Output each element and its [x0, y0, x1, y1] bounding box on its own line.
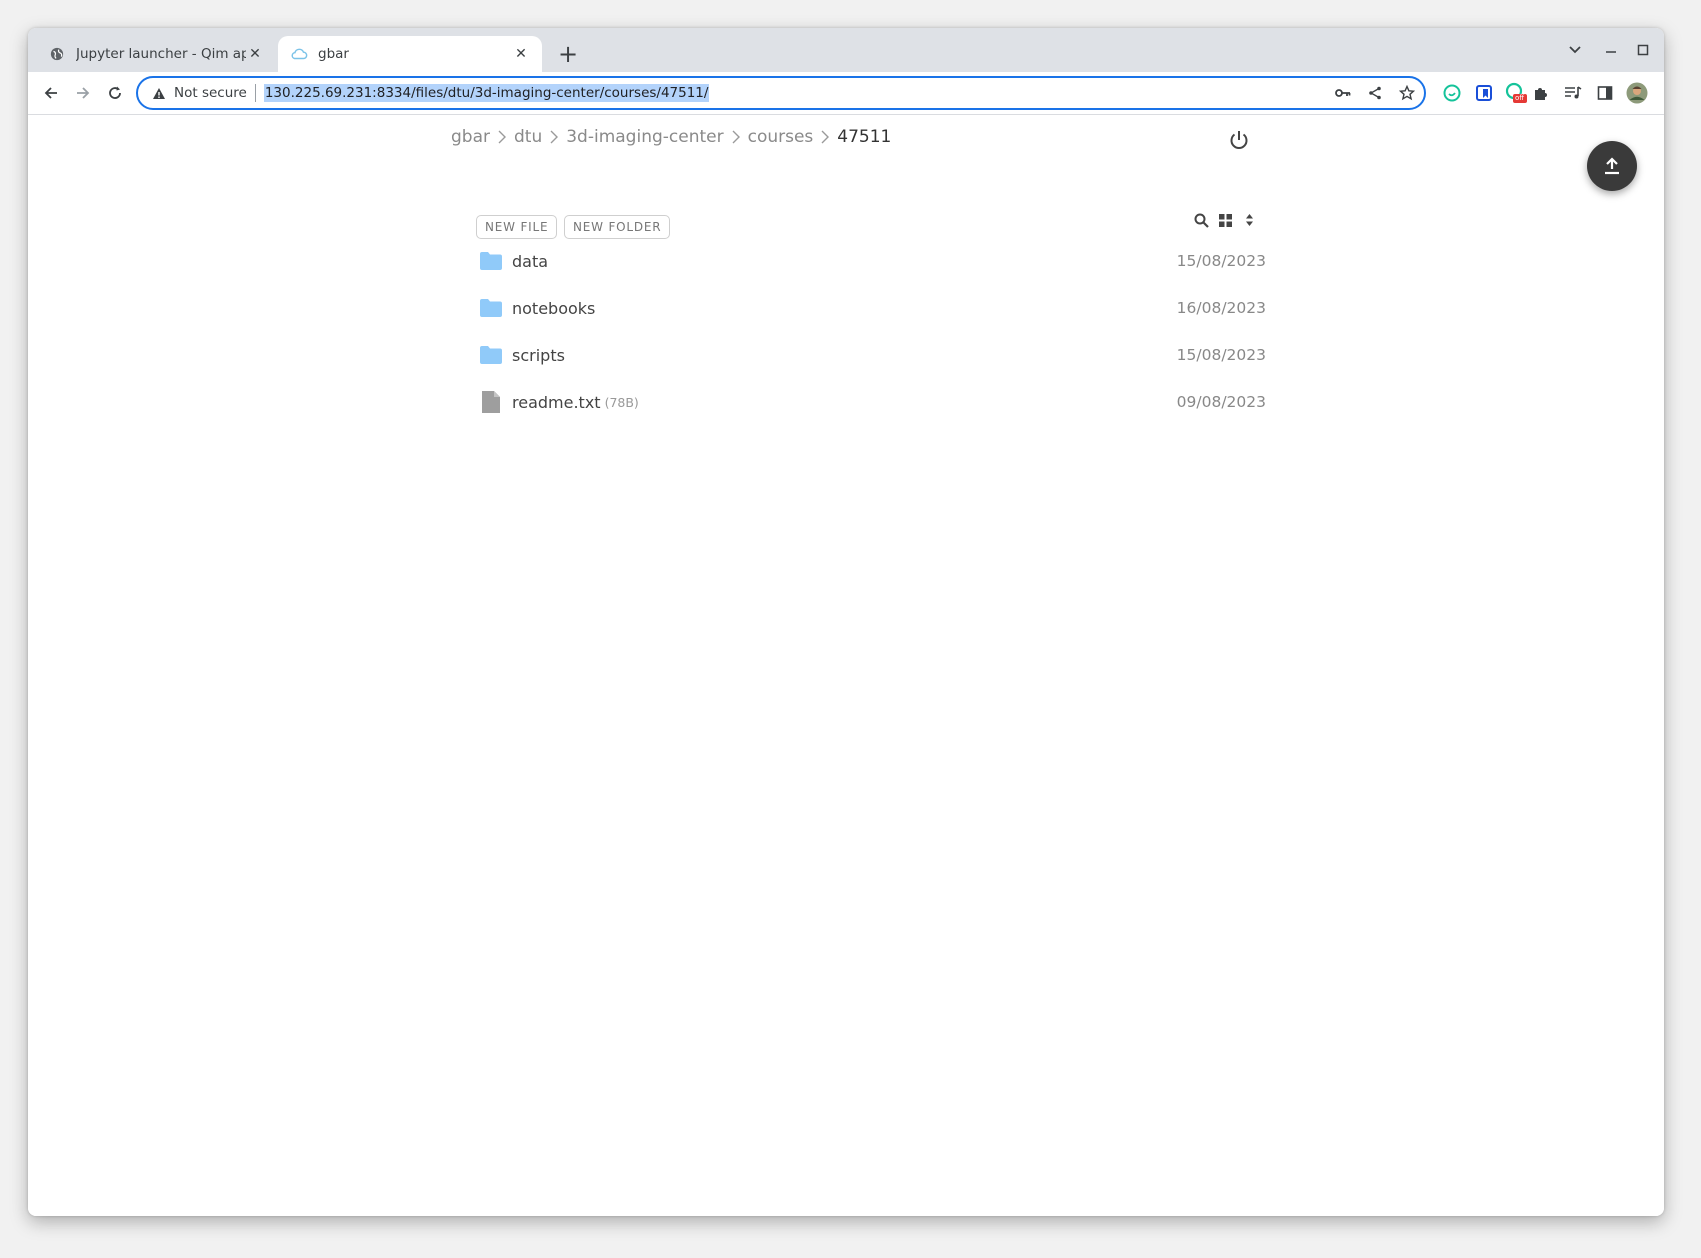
- chevron-right-icon: [732, 130, 740, 144]
- list-item-folder-notebooks[interactable]: notebooks 16/08/2023: [476, 288, 1266, 328]
- warning-icon[interactable]: [150, 84, 168, 102]
- file-name: notebooks: [512, 298, 596, 318]
- avatar[interactable]: [1624, 80, 1650, 106]
- file-size: (78B): [604, 394, 639, 410]
- upload-icon: [1605, 157, 1619, 175]
- tab-gbar[interactable]: gbar ✕: [278, 36, 542, 72]
- minimize-icon[interactable]: [1596, 36, 1626, 64]
- file-name: data: [512, 251, 549, 271]
- side-panel-icon[interactable]: [1592, 80, 1618, 106]
- chevron-right-icon: [821, 130, 830, 144]
- upload-button[interactable]: [1587, 141, 1637, 191]
- power-icon[interactable]: [1226, 127, 1252, 153]
- back-button[interactable]: [36, 78, 66, 108]
- breadcrumb-item-courses[interactable]: courses: [748, 127, 814, 147]
- file-date: 15/08/2023: [1176, 346, 1266, 364]
- divider: [254, 84, 256, 102]
- close-window-icon[interactable]: ✕: [1660, 36, 1664, 64]
- key-icon[interactable]: [1332, 82, 1354, 104]
- file-date: 16/08/2023: [1176, 299, 1266, 317]
- breadcrumb-item-gbar[interactable]: gbar: [451, 127, 490, 147]
- search-icon[interactable]: [1189, 208, 1213, 232]
- folder-icon: [476, 341, 506, 369]
- folder-icon: [476, 294, 506, 322]
- tab-strip: Jupyter launcher - Qim app ✕ gbar ✕ + ✕: [28, 28, 1664, 72]
- tab-search-icon[interactable]: [1560, 36, 1590, 64]
- breadcrumb-item-3d-imaging-center[interactable]: 3d-imaging-center: [566, 127, 723, 147]
- grammarly-extension-icon[interactable]: [1439, 80, 1465, 106]
- reload-button[interactable]: [100, 78, 130, 108]
- new-file-button[interactable]: NEW FILE: [476, 215, 558, 239]
- bookmark-extension-icon[interactable]: [1471, 80, 1497, 106]
- share-icon[interactable]: [1364, 82, 1386, 104]
- url-text[interactable]: 130.225.69.231:8334/files/dtu/3d-imaging…: [263, 84, 710, 102]
- tab-title: gbar: [318, 46, 349, 62]
- breadcrumb-item-dtu[interactable]: dtu: [514, 127, 542, 147]
- media-queue-icon[interactable]: [1560, 80, 1586, 106]
- list-item-file-readme[interactable]: readme.txt (78B) 09/08/2023: [476, 382, 1266, 422]
- tab-jupyter-launcher[interactable]: Jupyter launcher - Qim app ✕: [36, 36, 276, 72]
- file-date: 09/08/2023: [1176, 393, 1266, 411]
- puzzle-icon[interactable]: [1528, 80, 1554, 106]
- list-item-folder-scripts[interactable]: scripts 15/08/2023: [476, 335, 1266, 375]
- chevron-right-icon: [498, 130, 506, 144]
- breadcrumb: gbar dtu 3d-imaging-center courses 47511: [451, 127, 891, 147]
- view-tools: [1189, 208, 1261, 232]
- sort-icon[interactable]: [1237, 208, 1261, 232]
- grid-view-icon[interactable]: [1213, 208, 1237, 232]
- maximize-icon[interactable]: [1628, 36, 1658, 64]
- file-name: readme.txt: [512, 392, 601, 412]
- close-tab-icon[interactable]: ✕: [512, 45, 530, 63]
- browser-window: Jupyter launcher - Qim app ✕ gbar ✕ + ✕: [28, 28, 1664, 1216]
- file-browser-page: gbar dtu 3d-imaging-center courses 47511…: [28, 115, 1664, 1216]
- menu-icon[interactable]: [1656, 80, 1664, 106]
- extension-off-icon[interactable]: off: [1503, 80, 1529, 106]
- file-date: 15/08/2023: [1176, 252, 1266, 270]
- extension-badge: off: [1515, 94, 1525, 102]
- close-tab-icon[interactable]: ✕: [246, 45, 264, 63]
- new-folder-button[interactable]: NEW FOLDER: [564, 215, 671, 239]
- new-tab-button[interactable]: +: [554, 40, 582, 68]
- folder-icon: [476, 247, 506, 275]
- globe-icon: [48, 45, 66, 63]
- breadcrumb-item-current: 47511: [837, 127, 892, 147]
- address-bar-actions: [1332, 78, 1418, 108]
- file-icon: [476, 388, 506, 416]
- browser-toolbar: Not secure 130.225.69.231:8334/files/dtu…: [28, 72, 1664, 115]
- star-icon[interactable]: [1396, 82, 1418, 104]
- list-item-folder-data[interactable]: data 15/08/2023: [476, 241, 1266, 281]
- cloud-icon: [290, 45, 308, 63]
- chevron-right-icon: [550, 130, 559, 144]
- security-label[interactable]: Not secure: [174, 85, 247, 101]
- tab-title: Jupyter launcher - Qim app: [76, 46, 246, 62]
- address-bar[interactable]: Not secure 130.225.69.231:8334/files/dtu…: [136, 76, 1426, 110]
- forward-button[interactable]: [68, 78, 98, 108]
- file-name: scripts: [512, 345, 565, 365]
